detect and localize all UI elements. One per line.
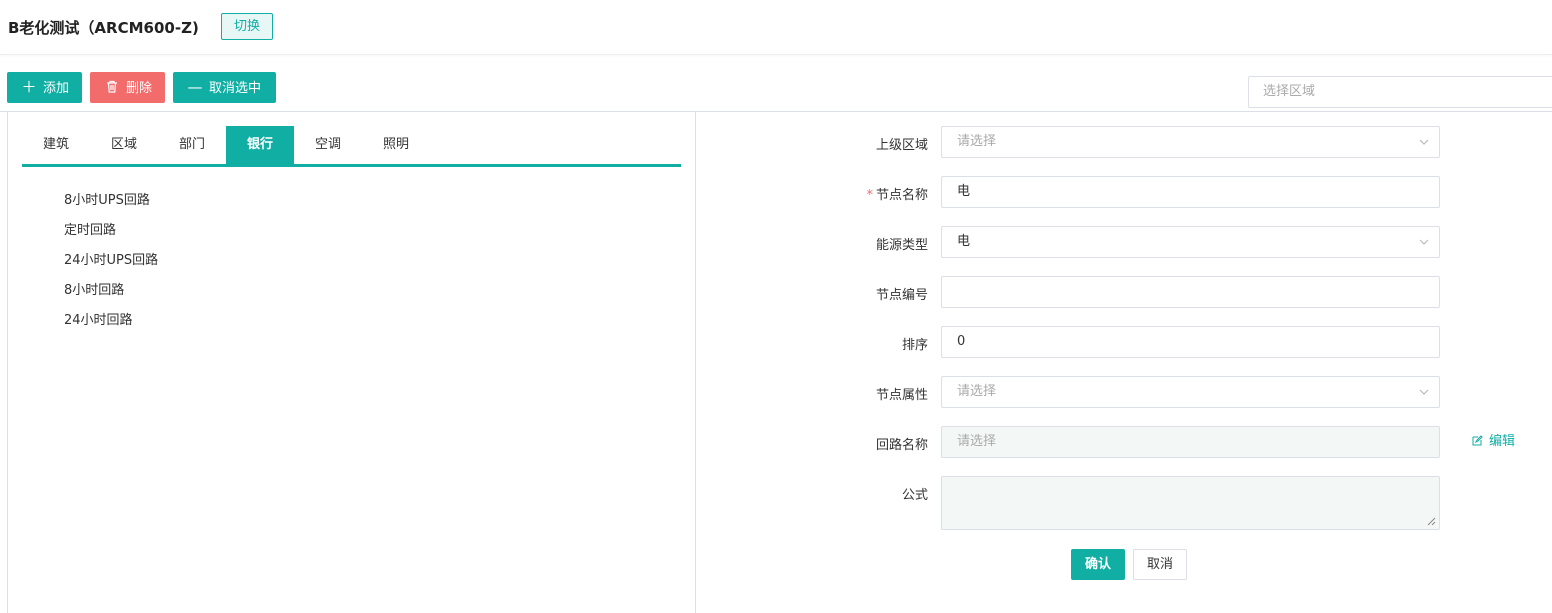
formula-label: 公式 [901, 488, 928, 503]
plus-icon: ＋ [21, 78, 37, 96]
parent-region-label: 上级区域 [875, 138, 928, 153]
tree-item[interactable]: 8小时UPS回路 [64, 189, 150, 208]
node-code-input[interactable] [941, 276, 1440, 308]
cancel-selection-button[interactable]: — 取消选中 [173, 72, 276, 103]
cancel-button[interactable]: 取消 [1133, 549, 1187, 580]
required-mark: * [866, 188, 873, 203]
minus-icon: — [187, 78, 203, 96]
delete-button[interactable]: 删除 [90, 72, 165, 103]
node-attr-label: 节点属性 [875, 388, 928, 403]
node-name-label: * 节点名称 [866, 184, 928, 203]
energy-type-value: 电 [957, 234, 971, 249]
sort-label: 排序 [901, 338, 928, 353]
tree-item[interactable]: 24小时UPS回路 [64, 249, 158, 268]
tab-region[interactable]: 区域 [90, 126, 158, 164]
resize-grip-icon[interactable] [1426, 516, 1436, 526]
cancel-selection-label: 取消选中 [209, 81, 262, 96]
circuit-name-label: 回路名称 [875, 438, 928, 453]
tree-item[interactable]: 定时回路 [64, 219, 116, 238]
parent-region-select[interactable]: 请选择 [941, 126, 1440, 158]
trash-icon [104, 72, 120, 103]
add-button-label: 添加 [43, 81, 70, 96]
tab-aircon[interactable]: 空调 [294, 126, 362, 164]
node-attr-placeholder: 请选择 [957, 384, 997, 399]
switch-button[interactable]: 切换 [221, 13, 273, 40]
chevron-down-icon [1419, 239, 1429, 245]
tab-lighting[interactable]: 照明 [362, 126, 430, 164]
node-code-label: 节点编号 [875, 288, 928, 303]
tree-item[interactable]: 8小时回路 [64, 279, 124, 298]
parent-region-placeholder: 请选择 [957, 134, 997, 149]
tab-bank[interactable]: 银行 [226, 126, 294, 164]
edit-icon [1472, 434, 1483, 449]
page-title: B老化测试（ARCM600-Z) [8, 19, 199, 37]
region-select[interactable]: 选择区域 [1248, 76, 1552, 108]
tree-item[interactable]: 24小时回路 [64, 309, 133, 328]
energy-type-select[interactable]: 电 [941, 226, 1440, 258]
tab-department[interactable]: 部门 [158, 126, 226, 164]
node-name-label-text: 节点名称 [875, 188, 928, 203]
left-panel [7, 111, 696, 613]
add-button[interactable]: ＋ 添加 [7, 72, 82, 103]
delete-button-label: 删除 [126, 81, 153, 96]
sort-input[interactable]: 0 [941, 326, 1440, 358]
energy-type-label: 能源类型 [875, 238, 928, 253]
circuit-name-select[interactable]: 请选择 [941, 426, 1440, 458]
chevron-down-icon [1419, 139, 1429, 145]
category-tabs: 建筑 区域 部门 银行 空调 照明 [22, 126, 681, 167]
edit-circuit-label: 编辑 [1489, 434, 1516, 449]
chevron-down-icon [1419, 389, 1429, 395]
top-header: B老化测试（ARCM600-Z) 切换 [0, 0, 1552, 55]
edit-circuit-link[interactable]: 编辑 [1472, 430, 1515, 449]
formula-textarea[interactable] [941, 476, 1440, 530]
tab-building[interactable]: 建筑 [22, 126, 90, 164]
confirm-button[interactable]: 确认 [1071, 549, 1125, 580]
node-name-input[interactable]: 电 [941, 176, 1440, 208]
node-attr-select[interactable]: 请选择 [941, 376, 1440, 408]
